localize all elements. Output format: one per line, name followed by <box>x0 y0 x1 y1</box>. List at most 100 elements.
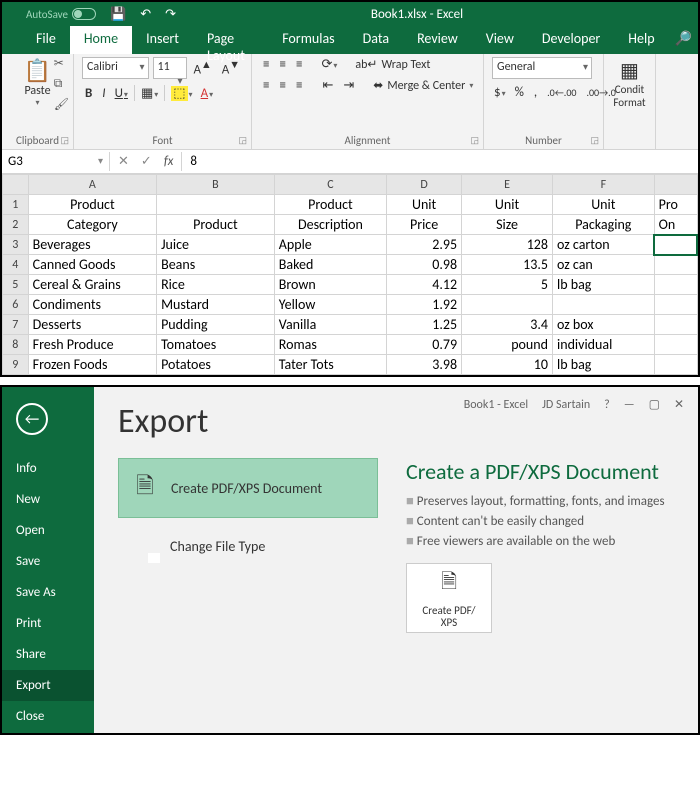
cell[interactable]: Packaging <box>553 215 655 235</box>
cell[interactable]: 0.98 <box>387 255 462 275</box>
dialog-launcher-icon[interactable]: ◲ <box>60 135 69 146</box>
backstage-menu-print[interactable]: Print <box>2 608 94 639</box>
tab-file[interactable]: File <box>22 26 70 54</box>
cell[interactable]: Unit <box>553 195 655 215</box>
cell[interactable]: Price <box>387 215 462 235</box>
backstage-menu-open[interactable]: Open <box>2 515 94 546</box>
cell[interactable] <box>462 295 553 315</box>
borders-button[interactable]: ▦ <box>139 86 160 101</box>
cell[interactable]: oz carton <box>553 235 655 255</box>
table-row[interactable]: 3BeveragesJuiceApple2.95128oz carton <box>3 235 698 255</box>
table-row[interactable]: 1 Product Product Unit Unit Unit Pro <box>3 195 698 215</box>
close-icon[interactable]: ✕ <box>674 397 684 412</box>
align-middle-icon[interactable]: ≡ <box>276 57 288 72</box>
cell[interactable]: 1.25 <box>387 315 462 335</box>
number-format-select[interactable]: General <box>492 57 592 79</box>
copy-icon[interactable]: ⧉ <box>54 77 69 91</box>
table-row[interactable]: 6CondimentsMustardYellow1.92 <box>3 295 698 315</box>
backstage-menu-info[interactable]: Info <box>2 453 94 484</box>
increase-indent-icon[interactable]: ⇥ <box>340 78 357 93</box>
tab-review[interactable]: Review <box>403 26 472 54</box>
cancel-icon[interactable]: ✕ <box>118 154 129 169</box>
align-top-icon[interactable]: ≡ <box>260 57 272 72</box>
cell[interactable] <box>654 335 697 355</box>
redo-icon[interactable]: ↷ <box>165 7 176 22</box>
increase-font-icon[interactable]: A▲ <box>191 58 215 77</box>
align-right-icon[interactable]: ≡ <box>293 78 305 93</box>
dialog-launcher-icon[interactable]: ◲ <box>470 135 479 146</box>
cell[interactable]: lb bag <box>553 275 655 295</box>
export-option-change-type[interactable]: Change File Type <box>118 528 378 565</box>
cell[interactable]: Yellow <box>274 295 386 315</box>
cell[interactable]: oz can <box>553 255 655 275</box>
cell[interactable]: 4.12 <box>387 275 462 295</box>
minimize-icon[interactable]: — <box>624 398 635 412</box>
align-left-icon[interactable]: ≡ <box>260 78 272 93</box>
cell[interactable]: 10 <box>462 355 553 375</box>
cell[interactable]: Brown <box>274 275 386 295</box>
table-row[interactable]: 8Fresh ProduceTomatoesRomas0.79poundindi… <box>3 335 698 355</box>
align-center-icon[interactable]: ≡ <box>276 78 288 93</box>
cell[interactable] <box>157 195 275 215</box>
cell[interactable]: Beans <box>157 255 275 275</box>
export-option-pdf[interactable]: 🗎 Create PDF/XPS Document <box>118 458 378 518</box>
spreadsheet-grid[interactable]: A B C D E F 1 Product Product Unit Unit … <box>2 174 698 375</box>
cell[interactable]: Frozen Foods <box>28 355 156 375</box>
cell[interactable]: 3.4 <box>462 315 553 335</box>
cell[interactable]: Romas <box>274 335 386 355</box>
cell[interactable]: Cereal & Grains <box>28 275 156 295</box>
cell[interactable]: Tater Tots <box>274 355 386 375</box>
table-row[interactable]: 2 Category Product Description Price Siz… <box>3 215 698 235</box>
cell[interactable]: Condiments <box>28 295 156 315</box>
font-color-button[interactable]: A <box>199 86 216 101</box>
cell[interactable] <box>654 315 697 335</box>
formula-bar[interactable]: 8 <box>181 152 698 171</box>
orientation-icon[interactable]: ⟳ <box>319 57 339 72</box>
create-pdf-button[interactable]: 🗎 Create PDF/ XPS <box>406 563 492 633</box>
cell[interactable]: 128 <box>462 235 553 255</box>
conditional-formatting-group[interactable]: ▦ Condit Format <box>604 54 656 149</box>
cell[interactable]: Beverages <box>28 235 156 255</box>
dialog-launcher-icon[interactable]: ◲ <box>238 135 247 146</box>
cell[interactable] <box>553 295 655 315</box>
fx-icon[interactable]: fx <box>164 154 174 169</box>
font-name-select[interactable]: Calibri <box>82 57 149 79</box>
tab-formulas[interactable]: Formulas <box>268 26 348 54</box>
decrease-font-icon[interactable]: A▼ <box>219 58 243 77</box>
back-button[interactable]: ← <box>16 403 48 435</box>
cell[interactable]: Pro <box>654 195 697 215</box>
backstage-menu-export[interactable]: Export <box>2 670 94 701</box>
backstage-menu-share[interactable]: Share <box>2 639 94 670</box>
backstage-menu-save-as[interactable]: Save As <box>2 577 94 608</box>
cell[interactable]: Pudding <box>157 315 275 335</box>
cell[interactable]: oz box <box>553 315 655 335</box>
maximize-icon[interactable]: ▢ <box>649 397 660 412</box>
name-box[interactable]: G3 <box>2 152 110 171</box>
cell[interactable]: 3.98 <box>387 355 462 375</box>
cell[interactable]: Baked <box>274 255 386 275</box>
tab-page-layout[interactable]: Page Layout <box>193 26 268 54</box>
cell[interactable]: 2.95 <box>387 235 462 255</box>
select-all-corner[interactable] <box>3 175 29 195</box>
col-header[interactable]: D <box>387 175 462 195</box>
format-painter-icon[interactable]: 🖌 <box>54 97 69 112</box>
dialog-launcher-icon[interactable]: ◲ <box>590 135 599 146</box>
cell[interactable]: Tomatoes <box>157 335 275 355</box>
tab-help[interactable]: Help <box>614 26 668 54</box>
cell[interactable]: Unit <box>387 195 462 215</box>
column-headers[interactable]: A B C D E F <box>3 175 698 195</box>
fill-color-button[interactable]: ⬚ <box>169 86 194 101</box>
cell[interactable]: lb bag <box>553 355 655 375</box>
merge-center-button[interactable]: ⬌ Merge & Center ▾ <box>373 78 473 93</box>
cell[interactable]: Fresh Produce <box>28 335 156 355</box>
search-icon[interactable]: 🔎 <box>669 26 698 54</box>
cell[interactable]: 13.5 <box>462 255 553 275</box>
tab-insert[interactable]: Insert <box>132 26 193 54</box>
cell[interactable] <box>654 255 697 275</box>
col-header[interactable]: E <box>462 175 553 195</box>
increase-decimal-button[interactable]: .0←.00 <box>544 86 579 99</box>
cell[interactable]: Product <box>157 215 275 235</box>
italic-button[interactable]: I <box>99 86 108 101</box>
save-icon[interactable]: 💾 <box>110 7 126 22</box>
cell[interactable] <box>654 355 697 375</box>
